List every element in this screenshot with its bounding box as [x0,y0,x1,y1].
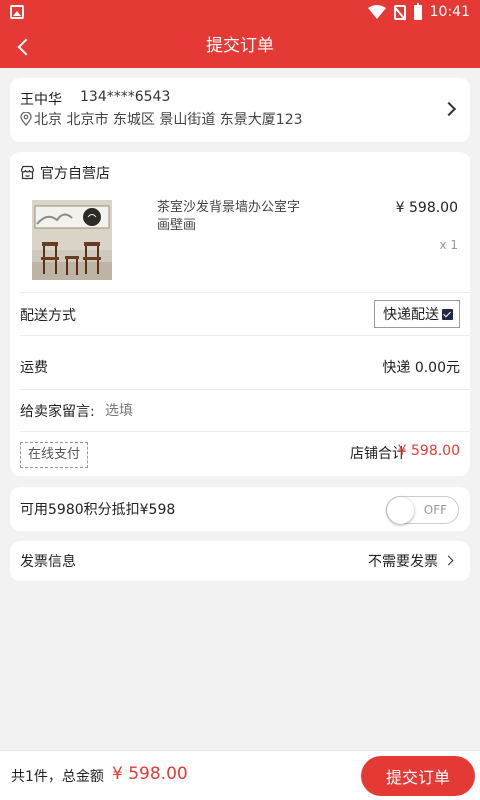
store-total-value: ¥ 598.00 [397,443,460,459]
divider [20,389,470,390]
item-count-text: 共1件，总金额 [11,769,104,785]
status-bar: 10:41 [0,0,480,24]
chevron-right-icon [441,101,457,117]
points-card: 可用5980积分抵扣¥598 OFF [10,487,470,531]
shop-icon [20,165,35,180]
divider [20,335,470,336]
recipient-name: 王中华 [20,92,62,108]
bottom-bar: 共1件，总金额 ¥ 598.00 提交订单 [0,750,480,800]
divider [20,292,470,293]
product-price: ¥ 598.00 [395,200,458,216]
submit-order-button[interactable]: 提交订单 [361,756,475,796]
store-order-card: 官方自营店 茶室沙发背景墙办公室字画壁画 ¥ 598.00 x 1 配送方式 快… [10,152,470,476]
points-toggle[interactable]: OFF [386,496,459,524]
shipping-fee-label: 运费 [20,360,48,376]
battery-icon [413,2,422,20]
store-name: 官方自营店 [40,166,110,182]
address-line: 北京 北京市 东城区 景山街道 东景大厦123 [34,112,303,128]
address-card[interactable]: 王中华 134****6543 北京 北京市 东城区 景山街道 东景大厦123 [10,78,470,142]
product-title[interactable]: 茶室沙发背景墙办公室字画壁画 [157,199,307,235]
location-pin-icon [20,112,32,126]
seller-message-input[interactable] [105,401,405,421]
product-image[interactable] [32,200,112,280]
no-sim-icon [393,4,406,20]
total-amount: ¥ 598.00 [112,764,188,784]
page-title: 提交订单 [206,36,274,56]
product-quantity: x 1 [439,238,458,252]
delivery-label: 配送方式 [20,308,76,324]
invoice-label: 发票信息 [20,554,76,570]
payment-method-tag: 在线支付 [20,442,88,468]
shipping-fee-value: 快递 0.00元 [382,360,460,376]
delivery-option-button[interactable]: 快递配送 [374,300,460,328]
image-icon [10,5,24,19]
points-deduction-text: 可用5980积分抵扣¥598 [20,502,176,518]
status-icons: 10:41 [367,2,470,22]
divider [20,431,470,432]
nav-bar: 提交订单 [0,24,480,68]
seller-message-label: 给卖家留言: [20,404,95,420]
recipient-phone: 134****6543 [80,89,171,105]
chevron-right-icon [443,555,454,566]
wifi-icon [367,5,386,19]
invoice-value: 不需要发票 [368,554,438,570]
toggle-state-label: OFF [423,503,447,517]
delivery-option-label: 快递配送 [383,307,439,323]
status-time: 10:41 [429,4,470,20]
toggle-knob [387,497,414,524]
invoice-row[interactable]: 发票信息 不需要发票 [10,541,470,581]
checkbox-checked-icon [442,309,453,320]
